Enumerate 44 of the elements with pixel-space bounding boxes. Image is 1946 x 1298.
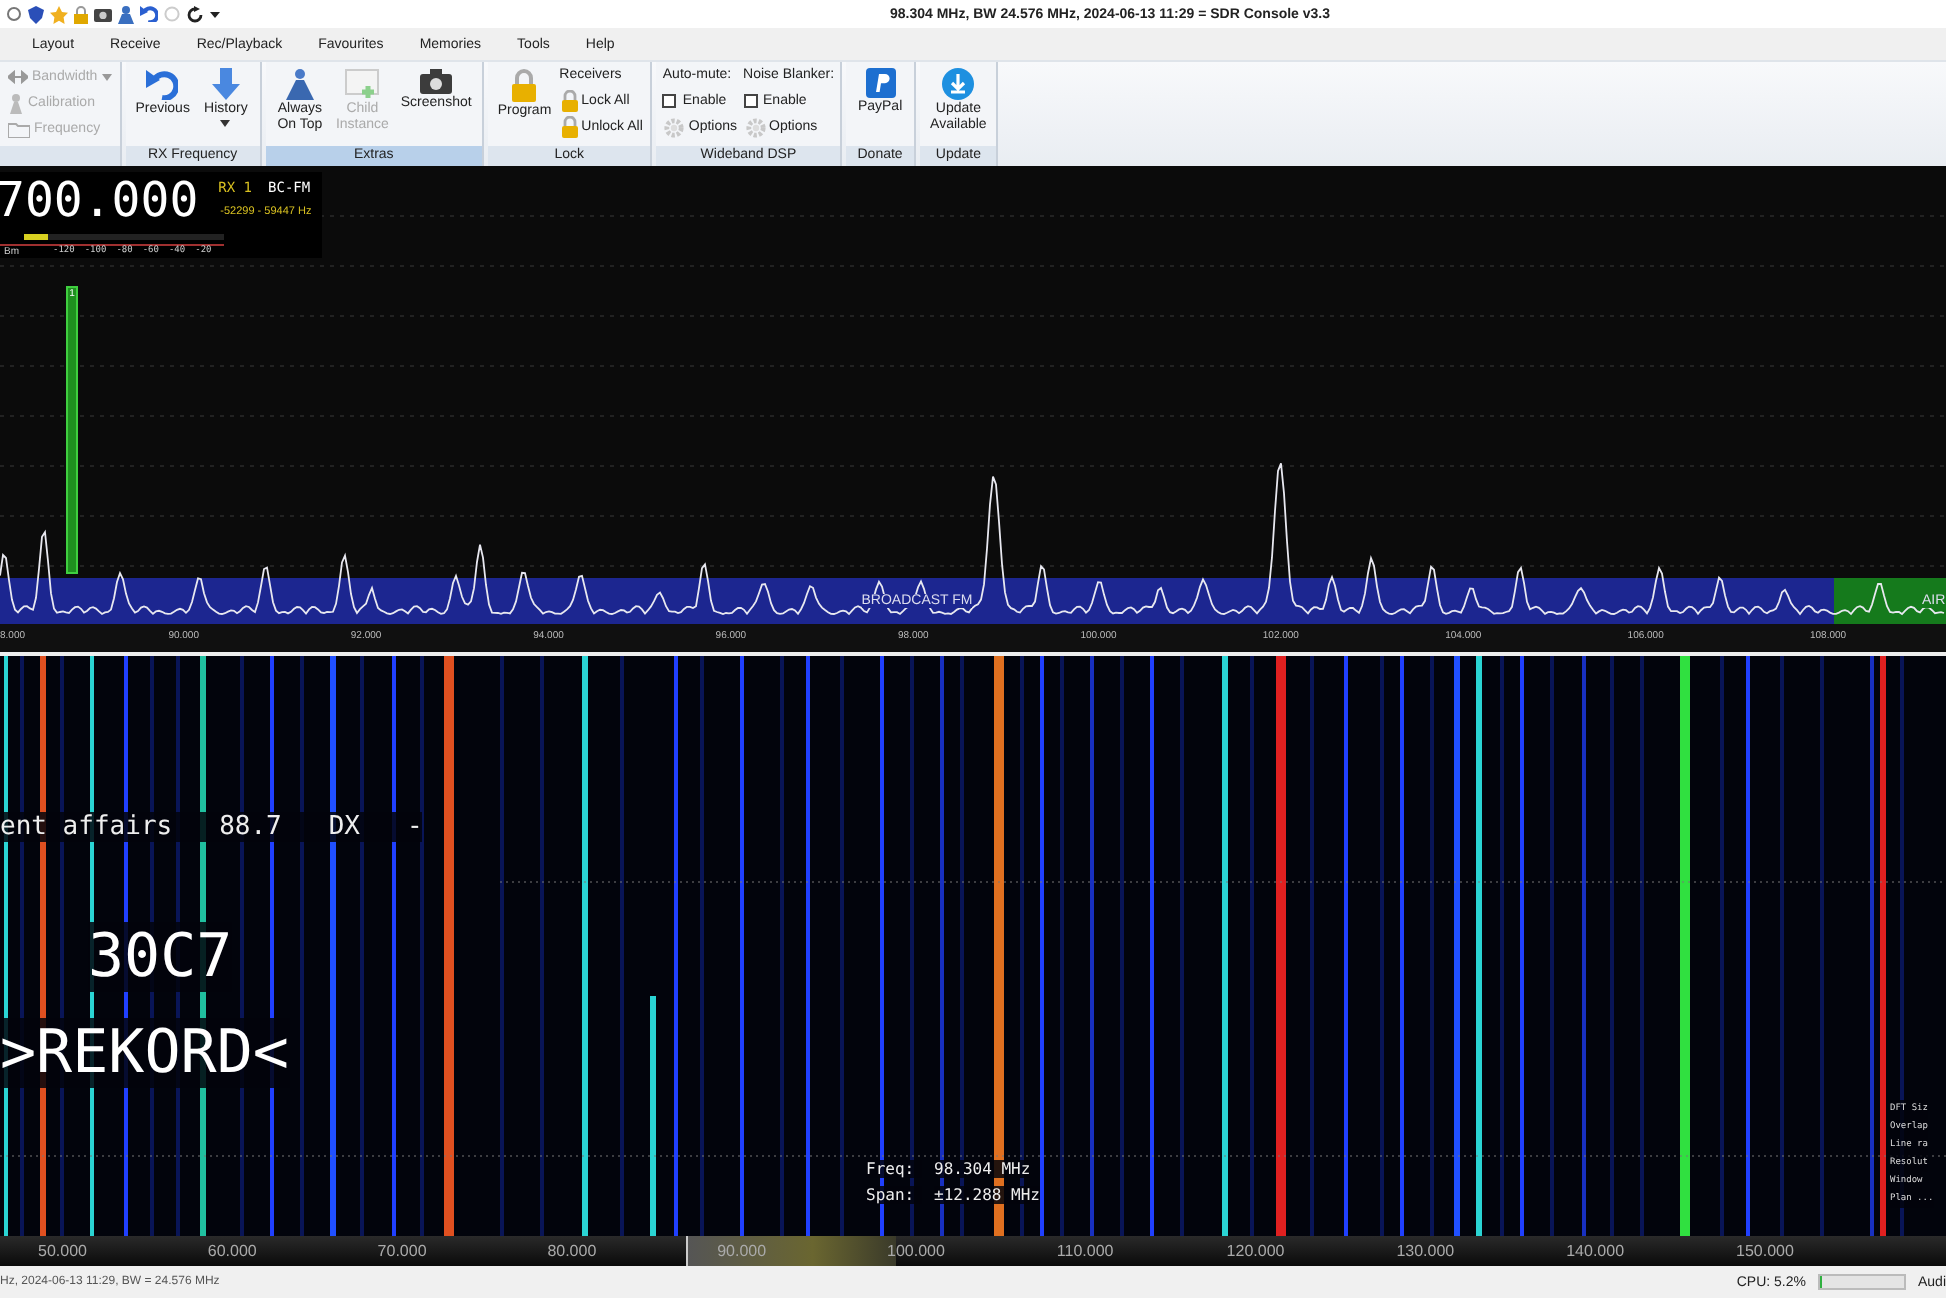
axis-label: 150.000 — [1736, 1242, 1794, 1260]
down-arrow-icon — [211, 68, 240, 100]
record-icon[interactable] — [6, 6, 22, 22]
axis-label: 50.000 — [38, 1242, 87, 1260]
person-icon[interactable] — [118, 5, 134, 23]
cpu-meter — [1817, 1274, 1906, 1290]
padlock-icon — [561, 116, 578, 138]
undo-icon[interactable] — [140, 6, 158, 22]
axis-label: 60.000 — [207, 1242, 257, 1260]
folder-icon — [8, 121, 30, 137]
star-icon[interactable] — [50, 5, 68, 23]
rds-pi-code: 30C7 — [88, 922, 233, 992]
gear-icon — [745, 117, 766, 137]
shield-icon[interactable] — [28, 5, 44, 23]
person-icon — [8, 93, 24, 113]
axis-label: 130.000 — [1396, 1242, 1455, 1260]
gear-icon — [664, 117, 685, 137]
frequency-display[interactable]: 700.000 — [0, 172, 199, 228]
caret-icon[interactable] — [210, 9, 220, 19]
refresh-icon[interactable] — [186, 5, 204, 23]
axis-label: 70.000 — [377, 1242, 427, 1260]
padlock-icon — [561, 90, 578, 112]
axis-label: 80.000 — [547, 1242, 597, 1260]
group-label — [0, 146, 120, 166]
span-value: ±12.288 MHz — [934, 1186, 1040, 1204]
rds-station-name: >REKORD< — [0, 1018, 289, 1088]
undo-icon — [146, 68, 179, 100]
caret-icon — [220, 120, 231, 128]
caret-icon — [101, 73, 112, 81]
camera-icon — [420, 68, 453, 94]
lock-icon[interactable] — [74, 5, 88, 23]
camera-icon[interactable] — [94, 6, 112, 22]
axis-label: 110.000 — [1056, 1242, 1114, 1260]
axis-label: 140.000 — [1566, 1242, 1625, 1260]
axis-label: 90.000 — [717, 1242, 767, 1260]
axis-label: 120.000 — [1226, 1242, 1285, 1260]
paypal-icon — [865, 68, 896, 98]
axis-label: 100.000 — [887, 1242, 945, 1260]
arrows-icon — [8, 70, 28, 84]
freq-value: 98.304 MHz — [934, 1160, 1031, 1178]
download-icon — [942, 68, 975, 100]
rds-text: ent affairs 88.7 DX - — [0, 812, 423, 842]
window-plus-icon — [344, 68, 381, 100]
padlock-icon — [512, 68, 537, 102]
